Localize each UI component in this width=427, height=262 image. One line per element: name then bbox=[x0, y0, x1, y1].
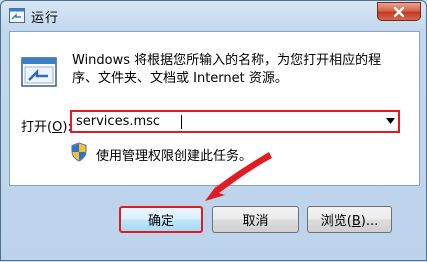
cancel-button-label: 取消 bbox=[242, 214, 269, 229]
browse-button-label: 浏览(B)... bbox=[320, 214, 379, 229]
dialog-description: Windows 将根据您所输入的名称，为您打开相应的程序、文件夹、文档或 Int… bbox=[72, 53, 382, 86]
run-program-icon bbox=[21, 57, 57, 87]
run-dialog-window: 运行 Windows 将根据您所输入的名称，为您打开相应的程序、文件夹、文档或 … bbox=[0, 0, 427, 261]
text-caret bbox=[181, 115, 182, 129]
window-title: 运行 bbox=[31, 11, 60, 26]
close-button[interactable] bbox=[377, 2, 421, 21]
cancel-button[interactable]: 取消 bbox=[212, 206, 299, 233]
ok-button[interactable]: 确定 bbox=[119, 206, 203, 233]
content-panel: Windows 将根据您所输入的名称，为您打开相应的程序、文件夹、文档或 Int… bbox=[9, 31, 420, 186]
run-icon bbox=[9, 8, 25, 23]
chevron-down-icon[interactable] bbox=[386, 118, 395, 124]
open-label: 打开(O): bbox=[21, 120, 72, 135]
open-input[interactable] bbox=[74, 113, 378, 130]
close-icon bbox=[393, 6, 405, 17]
admin-notice-text: 使用管理权限创建此任务。 bbox=[96, 149, 253, 164]
open-combobox[interactable] bbox=[70, 110, 400, 133]
ok-button-label: 确定 bbox=[147, 214, 174, 229]
uac-shield-icon bbox=[71, 142, 87, 162]
title-bar[interactable]: 运行 bbox=[1, 1, 426, 31]
browse-button[interactable]: 浏览(B)... bbox=[307, 206, 392, 233]
